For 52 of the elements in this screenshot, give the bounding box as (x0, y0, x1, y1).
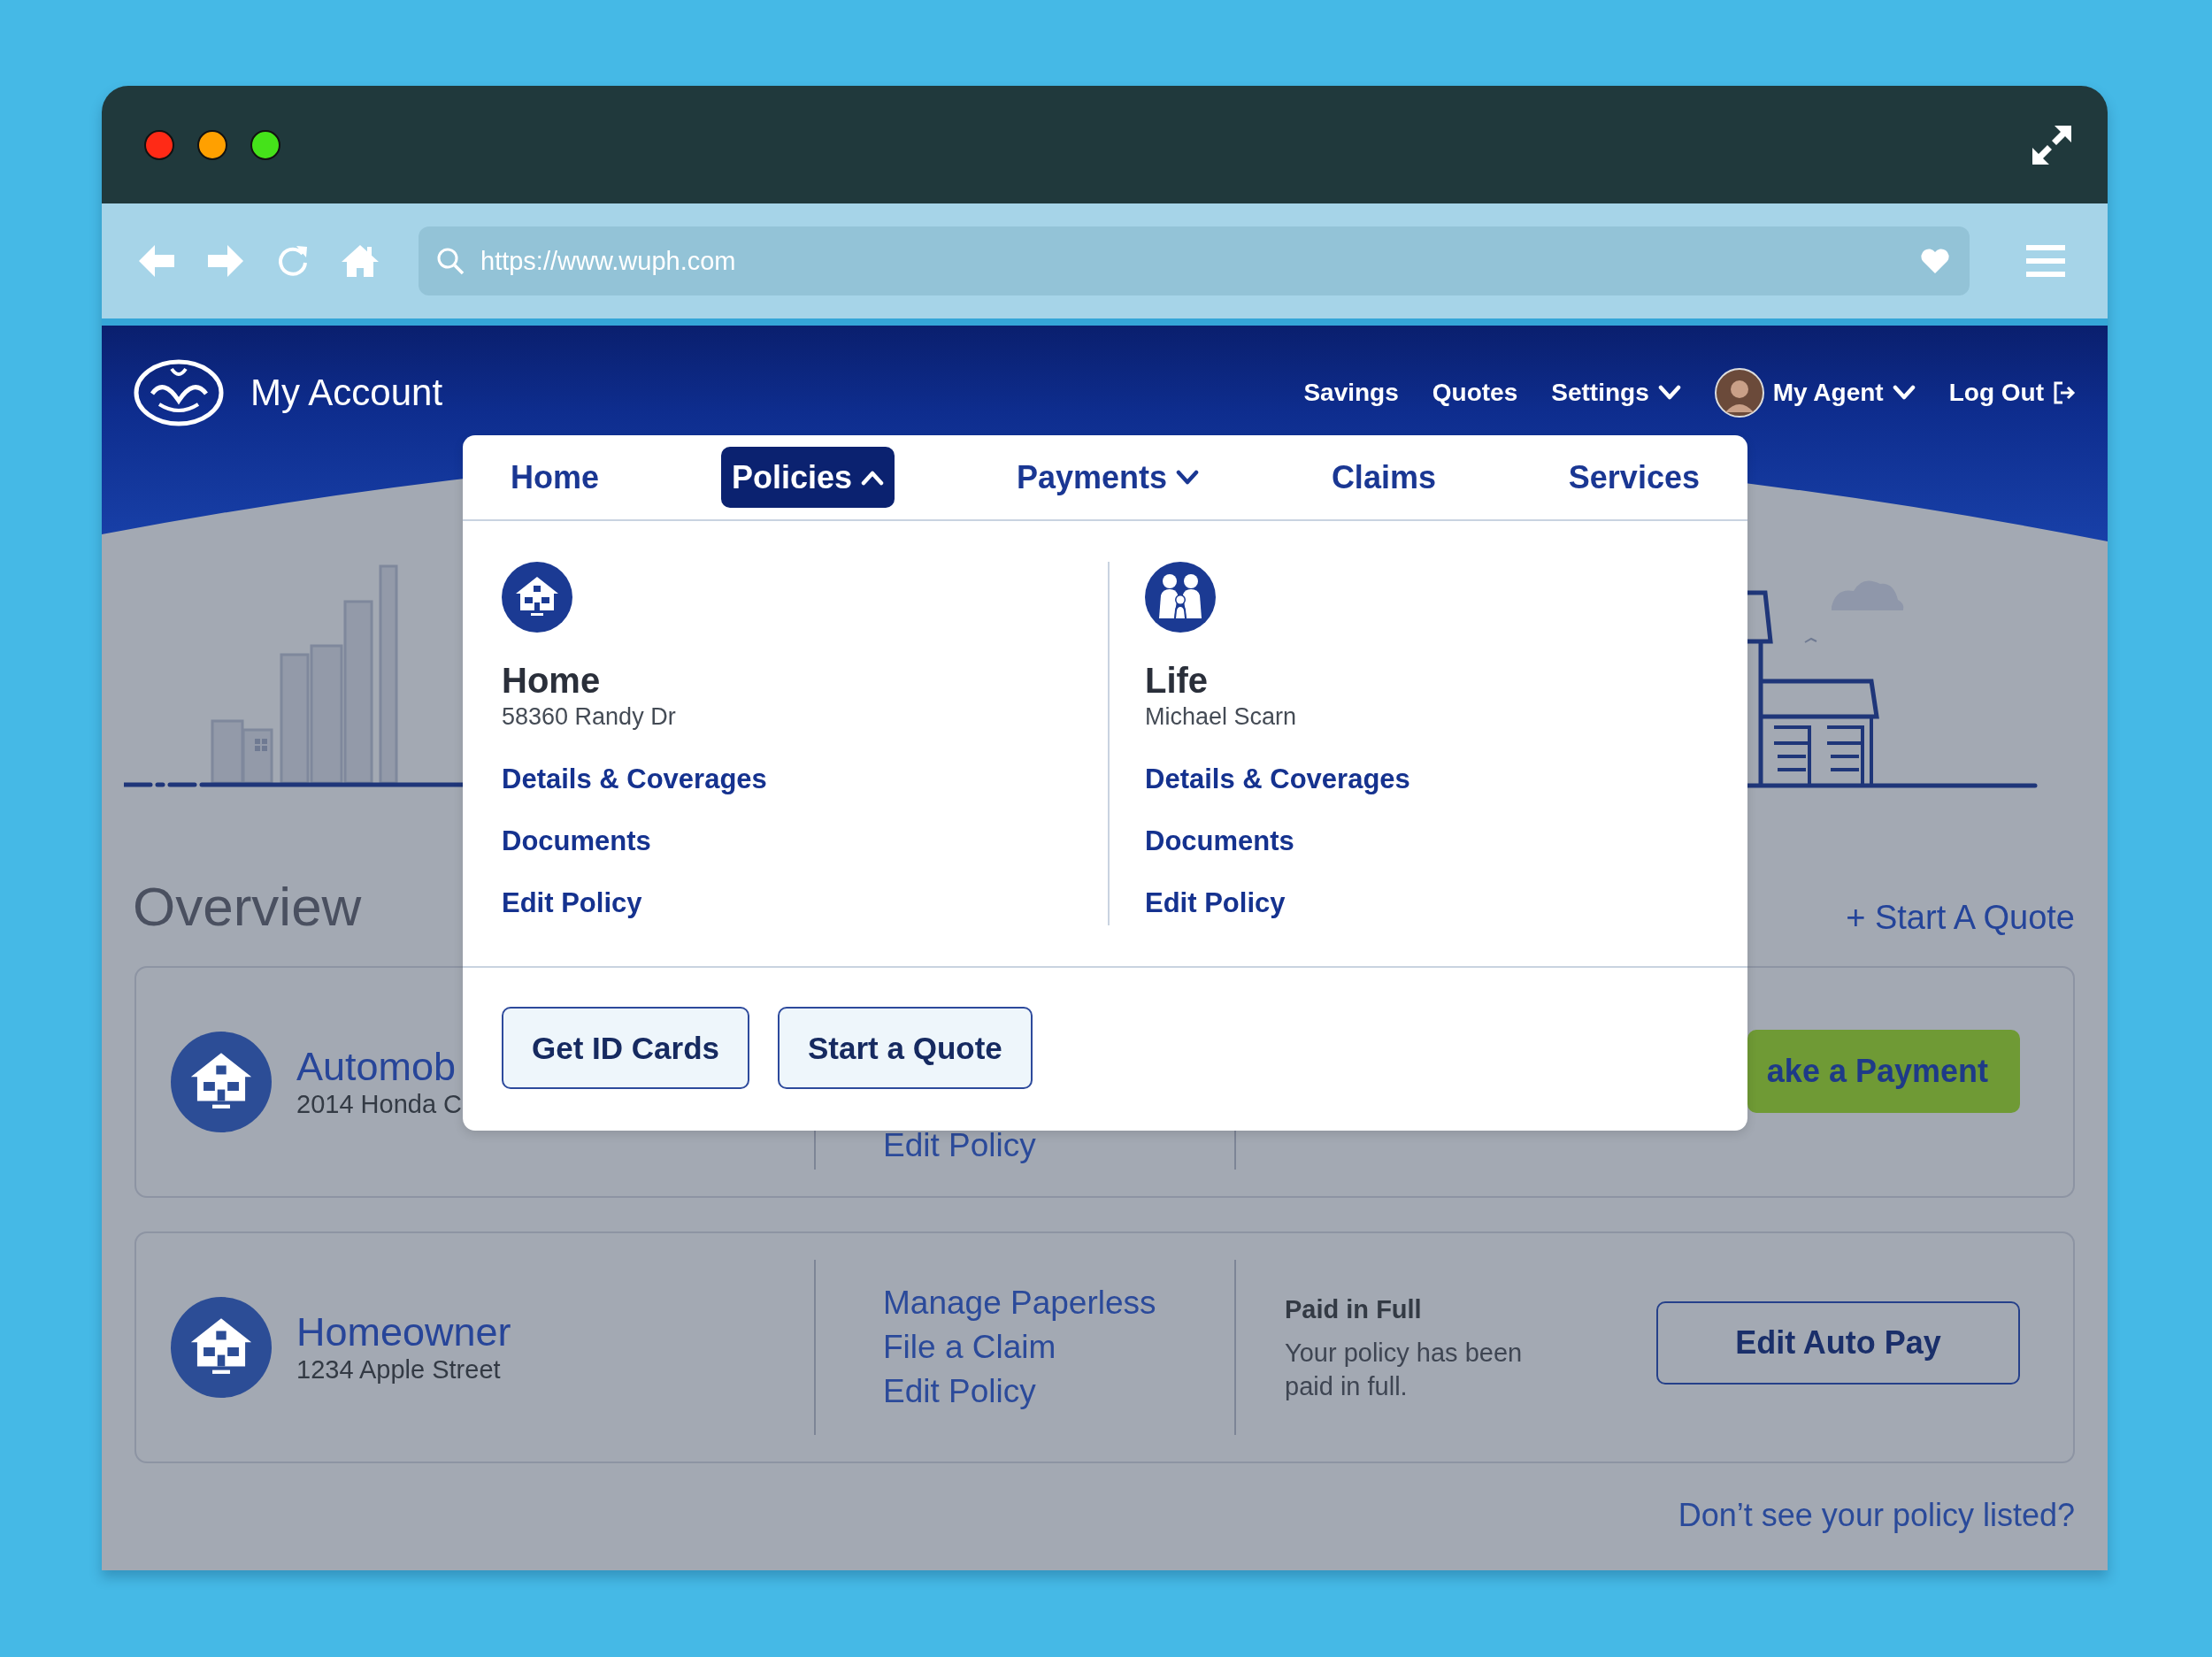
app-title: My Account (250, 372, 444, 414)
url-text: https://www.wuph.com (480, 246, 737, 276)
family-icon (1145, 562, 1216, 633)
policy-link[interactable]: Documents (502, 824, 651, 859)
policy-title: Automob (296, 1045, 457, 1089)
policy-link[interactable]: Details & Coverages (502, 762, 767, 797)
policy-link[interactable]: Edit Policy (1145, 886, 1286, 921)
section-title: Overview (133, 876, 362, 938)
close-button[interactable] (144, 129, 174, 160)
nav-link[interactable]: Settings (1551, 379, 1681, 407)
menu-tab[interactable]: Services (1557, 447, 1710, 508)
policy-link[interactable]: Details & Coverages (1145, 762, 1410, 797)
avatar-icon (1714, 368, 1764, 418)
forward-icon[interactable] (206, 243, 245, 279)
auto-pay-button[interactable]: Edit Auto Pay (1656, 1301, 2020, 1385)
search-icon (436, 247, 465, 275)
policy-title: Homeowner (296, 1310, 511, 1354)
status-text: Your policy has been paid in full. (1285, 1338, 1524, 1402)
menu-tab[interactable]: Home (500, 447, 611, 508)
nav-link[interactable]: Savings (1303, 379, 1399, 407)
chevron-icon (1657, 385, 1681, 401)
policy-title: Life (1145, 660, 1209, 702)
action-button[interactable]: Start a Quote (778, 1007, 1033, 1089)
menu-tab[interactable]: Claims (1320, 447, 1447, 508)
home-icon[interactable] (341, 243, 380, 279)
heart-icon[interactable] (1920, 248, 1950, 274)
policy-link[interactable]: Edit Policy (502, 886, 642, 921)
menu-tab[interactable]: Payments (1005, 447, 1210, 508)
back-icon[interactable] (137, 243, 176, 279)
logo-icon (133, 358, 226, 427)
nav-link[interactable]: My Agent (1714, 368, 1916, 418)
policy-subtitle: Michael Scarn (1145, 702, 1297, 732)
start-quote-link[interactable]: + Start A Quote (1846, 897, 2075, 938)
menu-tab[interactable]: Policies (720, 447, 895, 508)
policy-subtitle: 1234 Apple Street (296, 1354, 502, 1385)
house-icon (502, 562, 572, 633)
policy-title: Home (502, 660, 601, 702)
logout-icon (2053, 380, 2076, 405)
status-title: Paid in Full (1285, 1294, 1423, 1325)
house-icon (171, 1032, 272, 1132)
minimize-button[interactable] (197, 129, 227, 160)
menu-icon[interactable] (2026, 245, 2065, 277)
policy-subtitle: 2014 Honda C (296, 1089, 463, 1119)
policy-subtitle: 58360 Randy Dr (502, 702, 676, 732)
policy-link[interactable]: Documents (1145, 824, 1294, 859)
policy-link[interactable]: Edit Policy (883, 1127, 1036, 1164)
house-icon (171, 1297, 272, 1398)
nav-link[interactable]: Quotes (1432, 379, 1518, 407)
action-button[interactable]: Get ID Cards (502, 1007, 749, 1089)
maximize-button[interactable] (250, 129, 280, 160)
nav-link[interactable]: Log Out (1948, 379, 2076, 407)
chevron-icon (1892, 385, 1916, 401)
